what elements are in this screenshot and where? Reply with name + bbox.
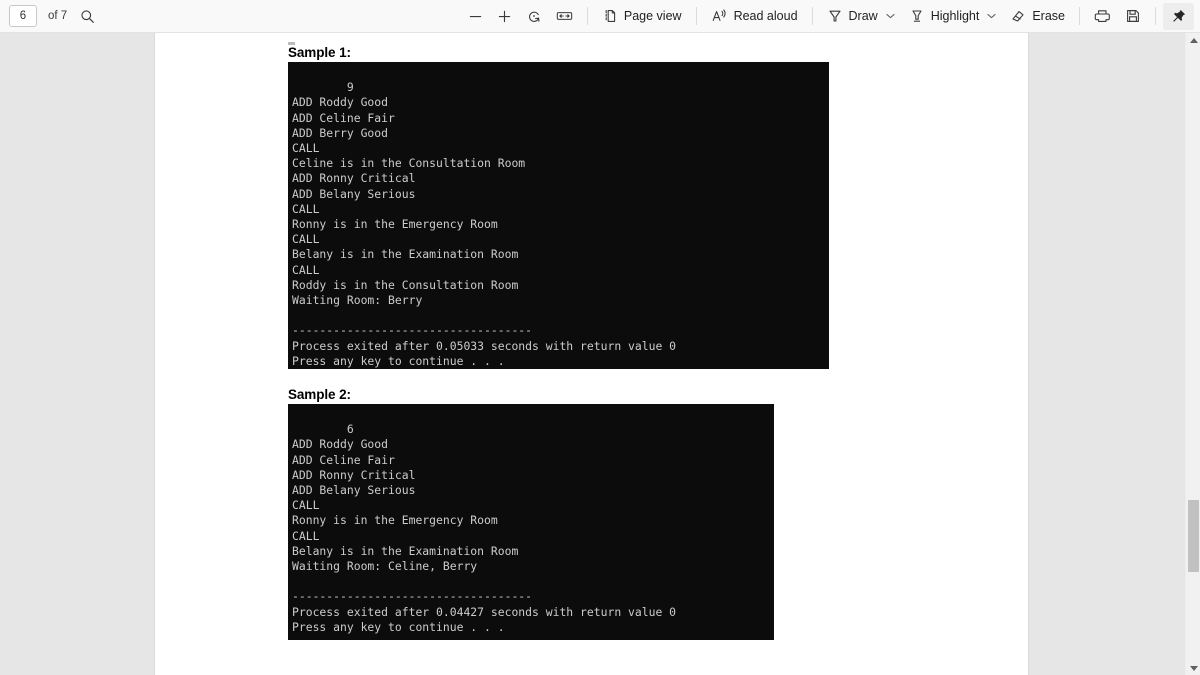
toolbar-divider: [1155, 7, 1156, 25]
search-icon: [80, 9, 95, 24]
scroll-down-arrow-icon: [1189, 665, 1198, 671]
draw-button[interactable]: Draw: [820, 3, 902, 30]
draw-label: Draw: [848, 9, 878, 23]
read-aloud-button[interactable]: Read aloud: [704, 3, 805, 30]
toolbar-divider: [586, 7, 588, 25]
page-view-label: Page view: [623, 9, 682, 23]
print-icon: [1094, 8, 1111, 24]
highlight-button[interactable]: Highlight: [902, 3, 1004, 30]
save-button[interactable]: [1118, 3, 1148, 30]
rotate-button[interactable]: [519, 3, 549, 30]
eraser-icon: [1010, 8, 1026, 24]
pin-toolbar-button[interactable]: [1163, 2, 1194, 30]
page-view-button[interactable]: Page view: [595, 3, 689, 30]
scroll-up-button[interactable]: [1186, 33, 1200, 47]
page-view-icon: [602, 8, 618, 24]
scroll-up-arrow-icon: [1189, 37, 1198, 43]
erase-button[interactable]: Erase: [1003, 3, 1072, 30]
pdf-toolbar: 6 of 7 Page view Read aloud Draw Highlig…: [0, 0, 1200, 33]
plus-icon: [497, 9, 512, 24]
highlight-pen-icon: [909, 8, 925, 24]
pin-icon: [1170, 8, 1187, 25]
chevron-down-icon[interactable]: [886, 13, 895, 19]
erase-label: Erase: [1032, 9, 1065, 23]
draw-pen-icon: [827, 8, 843, 24]
sample-2-console-text: 6 ADD Roddy Good ADD Celine Fair ADD Ron…: [292, 422, 677, 634]
page-content: Sample 1: 9 ADD Roddy Good ADD Celine Fa…: [288, 42, 1008, 640]
minus-icon: [468, 9, 483, 24]
toolbar-divider: [695, 7, 697, 25]
chevron-down-icon[interactable]: [987, 13, 996, 19]
scroll-down-button[interactable]: [1186, 661, 1200, 675]
sample-1-heading: Sample 1:: [288, 45, 351, 60]
fit-to-width-button[interactable]: [549, 3, 580, 30]
zoom-in-button[interactable]: [490, 3, 519, 30]
page-total-label: of 7: [48, 10, 68, 22]
read-aloud-label: Read aloud: [733, 9, 798, 23]
sample-1-console-output: 9 ADD Roddy Good ADD Celine Fair ADD Ber…: [288, 42, 829, 369]
sample-2-heading: Sample 2:: [288, 387, 351, 402]
page-number-input[interactable]: 6: [9, 5, 37, 27]
zoom-out-button[interactable]: [461, 3, 490, 30]
rotate-icon: [526, 8, 542, 24]
toolbar-left-group: 6 of 7: [0, 3, 101, 29]
sample-2-console-output: 6 ADD Roddy Good ADD Celine Fair ADD Ron…: [288, 42, 774, 640]
highlight-label: Highlight: [930, 9, 980, 23]
toolbar-divider: [1079, 7, 1080, 25]
toolbar-right-group: Page view Read aloud Draw Highlight Eras…: [461, 2, 1200, 30]
fit-to-width-icon: [556, 9, 573, 23]
read-aloud-icon: [711, 8, 728, 24]
pdf-page: Sample 1: 9 ADD Roddy Good ADD Celine Fa…: [155, 33, 1028, 675]
sample-1-console-text: 9 ADD Roddy Good ADD Celine Fair ADD Ber…: [292, 80, 677, 368]
pdf-viewer-area: Sample 1: 9 ADD Roddy Good ADD Celine Fa…: [0, 33, 1185, 675]
save-icon: [1125, 8, 1141, 24]
vertical-scrollbar[interactable]: [1185, 33, 1200, 675]
scrollbar-thumb[interactable]: [1188, 500, 1199, 572]
search-button[interactable]: [73, 3, 101, 29]
toolbar-divider: [811, 7, 813, 25]
print-button[interactable]: [1087, 3, 1118, 30]
